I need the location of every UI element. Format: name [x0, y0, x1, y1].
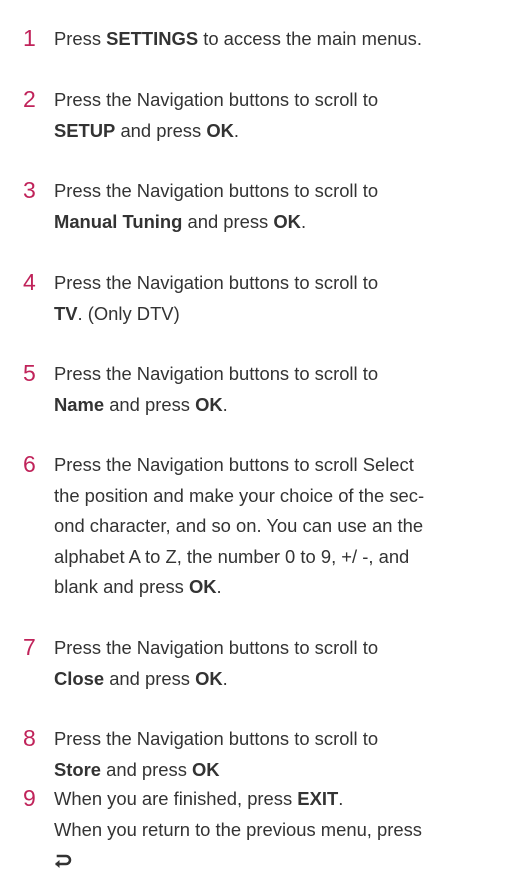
step-number: 3 [23, 177, 36, 203]
step-number: 8 [23, 725, 36, 751]
step-text: Press the Navigation buttons to scroll t… [54, 363, 379, 415]
step-number: 2 [23, 86, 36, 112]
step-text: Press SETTINGS to access the main menus. [54, 28, 422, 49]
step-text: Press the Navigation buttons to scroll S… [54, 454, 425, 597]
step-text: When you are finished, press EXIT. When … [54, 784, 524, 880]
step-text: Press the Navigation buttons to scroll t… [54, 728, 379, 780]
step-number: 7 [23, 634, 36, 660]
step-number: 4 [23, 269, 36, 295]
step-text: Press the Navigation buttons to scroll t… [54, 272, 379, 324]
return-back-icon [54, 849, 72, 880]
step-number: 6 [23, 451, 36, 477]
step-text: Press the Navigation buttons to scroll t… [54, 180, 379, 232]
step-text: Press the Navigation buttons to scroll t… [54, 637, 379, 689]
step-number: 9 [23, 785, 36, 811]
step-text: Press the Navigation buttons to scroll t… [54, 89, 379, 141]
step-number: 1 [23, 25, 36, 51]
step-number: 5 [23, 360, 36, 386]
